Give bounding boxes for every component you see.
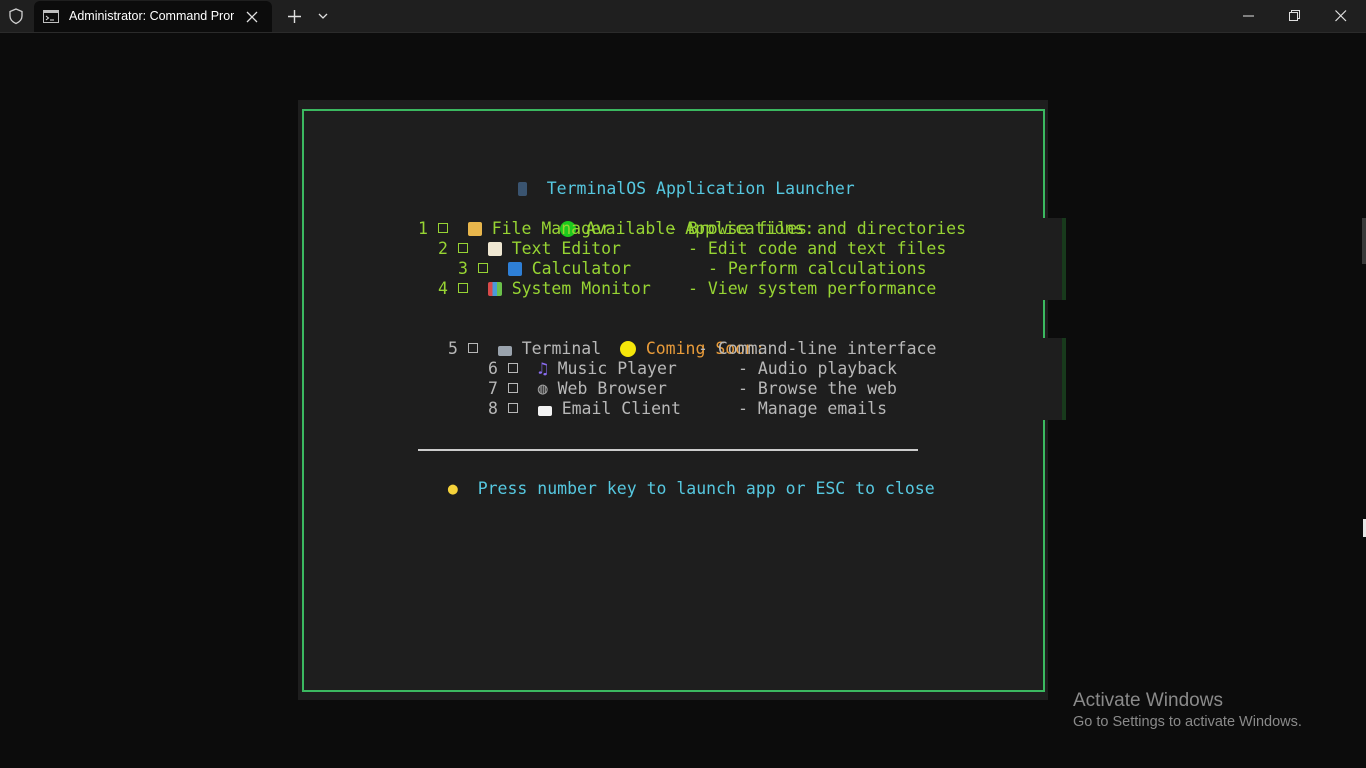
tab-title: Administrator: Command Prompt [69,9,234,23]
light-bulb-icon: ● [447,479,458,498]
restore-button[interactable] [1272,0,1318,32]
checkbox-icon [507,403,518,413]
hint-row: ● Press number key to launch app or ESC … [428,459,935,499]
watermark-subtitle: Go to Settings to activate Windows. [1073,714,1302,730]
app-item-text-editor[interactable]: 2 Text Editor [438,239,621,259]
app-desc: - Command-line interface [698,339,937,358]
launcher-title-row: TerminalOS Application Launcher [498,159,855,199]
panel-overflow-line [1062,218,1066,300]
checkbox-icon [437,223,448,233]
title-bar: Administrator: Command Prompt [0,0,1366,33]
app-desc: - Manage emails [738,399,888,418]
app-desc: - Browse the web [738,379,897,398]
app-name: System Monitor [511,279,651,298]
close-icon[interactable] [244,9,260,25]
activate-windows-watermark: Activate Windows Go to Settings to activ… [1073,690,1302,730]
restore-icon [1289,10,1300,21]
app-name: Web Browser [557,379,667,398]
globe-icon: ◍ [537,379,548,398]
panel-overflow [1042,338,1063,420]
panel-overflow [1042,218,1063,300]
app-name: Email Client [561,399,681,418]
checkbox-icon [507,363,518,373]
watermark-title: Activate Windows [1073,690,1223,711]
app-name: Calculator [531,259,632,278]
music-note-icon: ♫ [537,359,548,378]
app-item-calculator[interactable]: 3 Calculator [458,259,631,279]
app-item-file-manager[interactable]: 1 File Manager [418,219,611,239]
app-desc: - Browse files and directories [668,219,967,238]
calculator-icon [507,262,522,276]
app-item-web-browser[interactable]: 7 ◍ Web Browser [488,379,667,399]
mobile-phone-icon [517,182,527,196]
checkbox-icon [457,243,468,253]
minimize-button[interactable] [1226,0,1272,32]
yellow-circle-icon [619,341,636,357]
app-name: Text Editor [511,239,621,258]
close-icon [1335,10,1347,22]
app-name: Music Player [557,359,677,378]
divider [418,449,918,451]
checkbox-icon [477,263,488,273]
app-item-email-client[interactable]: 8 Email Client [488,399,681,419]
plus-icon[interactable] [286,8,303,25]
app-item-music-player[interactable]: 6 ♫ Music Player [488,359,677,379]
scrollbar-thumb[interactable] [1362,218,1366,264]
app-desc: - Perform calculations [708,259,927,278]
launcher-title: TerminalOS Application Launcher [546,179,855,198]
panel-overflow-line [1062,338,1066,420]
app-item-terminal[interactable]: 5 Terminal [448,339,601,359]
laptop-icon [497,346,512,356]
app-name: Terminal [521,339,602,358]
envelope-icon [537,406,552,416]
app-desc: - View system performance [688,279,937,298]
cmd-icon [43,10,59,23]
tab-command-prompt[interactable]: Administrator: Command Prompt [34,1,272,32]
minimize-icon [1243,15,1254,17]
folder-icon [467,222,482,236]
hint-text: Press number key to launch app or ESC to… [477,479,935,498]
checkbox-icon [467,343,478,353]
chevron-down-icon[interactable] [316,10,330,22]
shield-icon [9,8,23,25]
checkbox-icon [507,383,518,393]
app-desc: - Audio playback [738,359,897,378]
memo-icon [487,242,502,256]
close-window-button[interactable] [1318,0,1364,32]
bar-chart-icon [487,282,502,296]
app-desc: - Edit code and text files [688,239,947,258]
app-name: File Manager [491,219,611,238]
checkbox-icon [457,283,468,293]
app-item-system-monitor[interactable]: 4 System Monitor [438,279,651,299]
